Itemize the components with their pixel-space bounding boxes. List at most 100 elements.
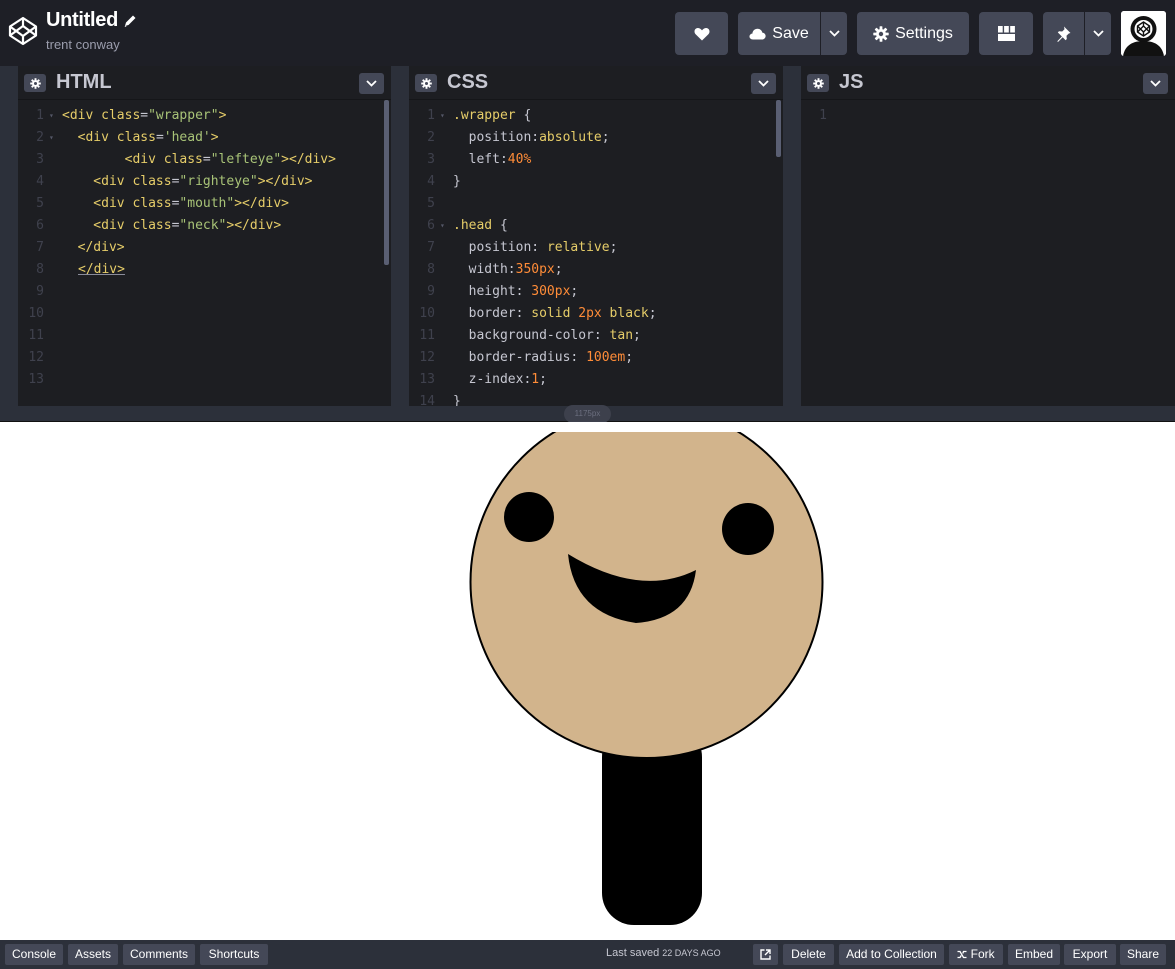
line-number: 14 [419,394,435,406]
fold-toggle-icon[interactable]: ▾ [49,105,54,127]
embed-button[interactable]: Embed [1008,944,1060,965]
code-token: relative [546,240,610,255]
code-token: "wrapper" [148,108,219,123]
code-line[interactable]: 2 ▾ <div class='head'> [18,127,391,149]
line-number: 6 [427,218,435,233]
code-line[interactable]: 7 </div> [18,237,391,259]
add-to-collection-button[interactable]: Add to Collection [839,944,944,965]
code-line[interactable]: 5 [409,193,783,215]
fold-toggle-icon[interactable]: ▾ [440,105,445,127]
code-line[interactable]: 9 [18,281,391,303]
pencil-icon[interactable] [122,13,138,29]
code-line[interactable]: 3 left:40% [409,149,783,171]
right-eye [722,503,774,555]
html-editor-pane: HTML 1 ▾ <div class="wrapper"> 2 ▾ <div clas… [18,66,391,406]
pin-button[interactable] [1043,12,1084,55]
code-line[interactable]: 5 <div class="mouth"></div> [18,193,391,215]
code-line[interactable]: 13 z-index:1; [409,369,783,391]
code-text: border: solid 2px black; [453,303,657,325]
code-line[interactable]: 14} [409,391,783,406]
code-token: : [515,306,532,321]
code-token: class [132,218,172,233]
line-number: 11 [419,328,435,343]
css-settings-button[interactable] [415,74,437,92]
css-options-button[interactable] [751,73,776,94]
code-token: : [507,262,516,277]
code-line[interactable]: 11 background-color: tan; [409,325,783,347]
save-options-button[interactable] [821,12,847,55]
code-line[interactable]: 6 <div class="neck"></div> [18,215,391,237]
line-number: 4 [36,174,44,189]
export-button[interactable]: Export [1064,944,1116,965]
code-line[interactable]: 13 [18,369,391,391]
result-preview[interactable] [0,422,1175,940]
chevron-down-icon [366,80,377,87]
assets-button[interactable]: Assets [68,944,118,965]
code-line[interactable]: 10 [18,303,391,325]
code-line[interactable]: 10 border: solid 2px black; [409,303,783,325]
delete-button[interactable]: Delete [783,944,834,965]
fold-toggle-icon[interactable]: ▾ [440,215,445,237]
code-token: ; [539,372,547,387]
preview-canvas [469,422,824,925]
console-button[interactable]: Console [5,944,63,965]
js-code-editor[interactable]: 1 [801,105,1175,406]
js-options-button[interactable] [1143,73,1168,94]
code-token: { [515,108,532,123]
code-token: = [140,108,149,123]
code-line[interactable]: 11 [18,325,391,347]
pin-options-button[interactable] [1085,12,1111,55]
code-line[interactable]: 1 [801,105,1175,127]
code-token: absolute [539,130,602,145]
code-token: 40% [507,152,532,167]
shortcuts-button[interactable]: Shortcuts [200,944,268,965]
code-line[interactable]: 6 ▾ .head { [409,215,783,237]
comments-button[interactable]: Comments [123,944,195,965]
line-number: 1 [427,108,435,123]
code-line[interactable]: 8 </div> [18,259,391,281]
code-line[interactable]: 4} [409,171,783,193]
line-number: 12 [28,350,44,365]
html-editor-scrollbar[interactable] [384,100,389,265]
css-editor-scrollbar[interactable] [776,100,781,157]
code-line[interactable]: 3 <div class="lefteye"></div> [18,149,391,171]
author-name[interactable]: trent conway [46,37,120,52]
user-avatar[interactable] [1121,11,1166,56]
share-button[interactable]: Share [1120,944,1166,965]
love-button[interactable] [675,12,728,55]
change-view-button[interactable] [979,12,1033,55]
code-token: } [453,394,461,406]
code-text: <div class='head'> [62,127,219,149]
line-number: 10 [28,306,44,321]
code-text: </div> [62,259,125,281]
code-line[interactable]: 7 position: relative; [409,237,783,259]
codepen-logo-icon[interactable] [7,15,39,47]
code-line[interactable]: 4 <div class="righteye"></div> [18,171,391,193]
code-line[interactable]: 2 position:absolute; [409,127,783,149]
pin-icon [1057,26,1071,42]
line-number: 7 [36,240,44,255]
js-settings-button[interactable] [807,74,829,92]
html-options-button[interactable] [359,73,384,94]
css-code-editor[interactable]: 1 ▾ .wrapper {2 position:absolute; 3 left:4… [409,105,783,406]
open-external-button[interactable] [753,944,778,965]
fold-toggle-icon[interactable]: ▾ [49,127,54,149]
settings-button[interactable]: Settings [857,12,969,55]
code-line[interactable]: 9 height: 300px; [409,281,783,303]
html-code-editor[interactable]: 1 ▾ <div class="wrapper"> 2 ▾ <div class='he… [18,105,391,406]
html-settings-button[interactable] [24,74,46,92]
heart-icon [694,27,709,40]
code-line[interactable]: 8 width:350px; [409,259,783,281]
line-number: 10 [419,306,435,321]
code-line[interactable]: 12 border-radius: 100em; [409,347,783,369]
code-token: ; [601,130,610,145]
code-line[interactable]: 12 [18,347,391,369]
code-token: 'head' [163,130,211,145]
code-token: ; [554,262,563,277]
pen-title[interactable]: Untitled [46,9,118,32]
fork-button[interactable]: Fork [949,944,1003,965]
code-line[interactable]: 1 ▾ .wrapper { [409,105,783,127]
code-line[interactable]: 1 ▾ <div class="wrapper"> [18,105,391,127]
save-button[interactable]: Save [738,12,820,55]
code-token: 2px [578,306,602,321]
